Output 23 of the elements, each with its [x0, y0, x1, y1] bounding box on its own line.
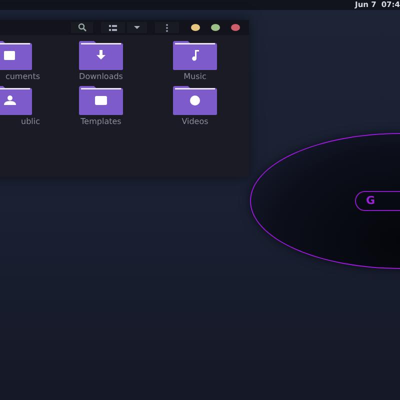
- list-icon: [109, 24, 117, 30]
- search-icon: [78, 23, 86, 32]
- logo-text: G: [366, 195, 376, 207]
- folder-icon[interactable]: [172, 85, 218, 116]
- folder-label[interactable]: Templates: [80, 116, 122, 127]
- caret-icon: [134, 26, 140, 29]
- folder-icon[interactable]: [0, 85, 33, 116]
- folder-label[interactable]: Downloads: [79, 71, 123, 82]
- folder-label[interactable]: ublic: [21, 116, 40, 127]
- search-button[interactable]: [71, 22, 93, 33]
- folder-icon[interactable]: [78, 40, 124, 71]
- close-button[interactable]: [231, 24, 240, 31]
- folder-label[interactable]: Videos: [182, 116, 208, 127]
- dropdown-button[interactable]: [127, 22, 147, 33]
- folder-icon[interactable]: [172, 40, 218, 71]
- folder-icon[interactable]: [0, 40, 33, 71]
- folder-icon[interactable]: [78, 85, 124, 116]
- folder-label[interactable]: Music: [184, 71, 206, 82]
- menu-button[interactable]: [155, 22, 179, 33]
- minimize-button[interactable]: [191, 24, 200, 31]
- view-button[interactable]: [101, 22, 125, 33]
- maximize-button[interactable]: [211, 24, 220, 31]
- folder-label[interactable]: cuments: [5, 71, 40, 82]
